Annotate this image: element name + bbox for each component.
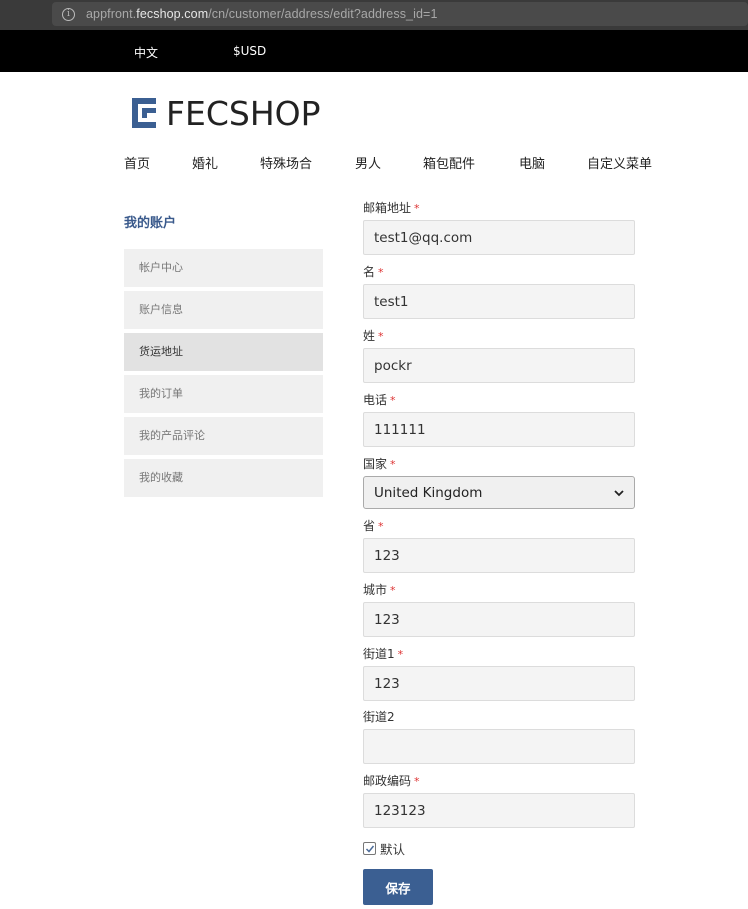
first-name-label-text: 名 [363,265,376,279]
sidebar-item-my-reviews[interactable]: 我的产品评论 [124,417,323,455]
sidebar-item-shipping-address[interactable]: 货运地址 [124,333,323,371]
zip-label-text: 邮政编码 [363,774,412,788]
sidebar-item-my-favorites[interactable]: 我的收藏 [124,459,323,497]
zip-label: 邮政编码 * [363,773,635,790]
main-nav: 首页 婚礼 特殊场合 男人 箱包配件 电脑 自定义菜单 [0,153,748,173]
zip-field[interactable] [363,793,635,828]
street2-field[interactable] [363,729,635,764]
url-text: appfront.fecshop.com/cn/customer/address… [86,7,438,21]
email-label-text: 邮箱地址 [363,201,412,215]
address-bar[interactable]: i appfront.fecshop.com/cn/customer/addre… [52,2,748,26]
account-title: 我的账户 [124,216,177,231]
required-mark: * [414,775,420,788]
required-mark: * [378,266,384,279]
top-bar: 中文 $USD [0,30,748,72]
city-field[interactable] [363,602,635,637]
city-field-group: 城市 * [363,582,635,637]
country-label: 国家 * [363,456,635,473]
sidebar-item-account-info[interactable]: 账户信息 [124,291,323,329]
required-mark: * [390,458,396,471]
email-label: 邮箱地址 * [363,200,635,217]
checkmark-icon [365,845,374,853]
phone-label: 电话 * [363,392,635,409]
default-checkbox[interactable] [363,842,376,855]
nav-item-computers[interactable]: 电脑 [519,153,545,172]
street2-field-group: 街道2 [363,709,635,764]
state-label-text: 省 [363,519,376,533]
street1-field[interactable] [363,666,635,701]
phone-field-group: 电话 * [363,392,635,447]
url-path: /cn/customer/address/edit?address_id=1 [208,7,438,21]
nav-item-special-occasion[interactable]: 特殊场合 [260,153,312,172]
email-field-group: 邮箱地址 * [363,200,635,255]
required-mark: * [414,202,420,215]
sidebar-item-account-center[interactable]: 帐户中心 [124,249,323,287]
default-address-row: 默认 [363,839,405,858]
last-name-label: 姓 * [363,328,635,345]
account-sidebar: 帐户中心 账户信息 货运地址 我的订单 我的产品评论 我的收藏 [124,249,323,501]
required-mark: * [397,648,404,661]
required-mark: * [390,584,396,597]
country-select[interactable]: United Kingdom [363,476,635,509]
url-host: fecshop.com [136,7,209,21]
required-mark: * [378,330,384,343]
first-name-field[interactable] [363,284,635,319]
last-name-label-text: 姓 [363,329,376,343]
street2-label-text: 街道2 [363,710,395,724]
logo-text: FECSHOP [166,93,321,133]
state-field-group: 省 * [363,518,635,573]
last-name-field-group: 姓 * [363,328,635,383]
logo-mark-icon [132,98,156,128]
nav-item-custom-menu[interactable]: 自定义菜单 [587,153,652,172]
info-icon[interactable]: i [62,7,75,21]
first-name-field-group: 名 * [363,264,635,319]
country-label-text: 国家 [363,457,388,471]
city-label: 城市 * [363,582,635,599]
required-mark: * [390,394,396,407]
street1-field-group: 街道1 * [363,646,635,701]
save-button[interactable]: 保存 [363,869,433,905]
nav-item-men[interactable]: 男人 [355,153,381,172]
country-field-group: 国家 * United Kingdom [363,456,635,509]
chevron-down-icon [614,489,624,496]
last-name-field[interactable] [363,348,635,383]
first-name-label: 名 * [363,264,635,281]
state-field[interactable] [363,538,635,573]
currency-switcher[interactable]: $USD [233,44,266,58]
default-label: 默认 [380,842,406,857]
state-label: 省 * [363,518,635,535]
nav-item-home[interactable]: 首页 [124,153,150,172]
sidebar-item-my-orders[interactable]: 我的订单 [124,375,323,413]
email-field[interactable] [363,220,635,255]
street1-label: 街道1 * [363,646,635,663]
nav-item-wedding[interactable]: 婚礼 [192,153,218,172]
street2-label: 街道2 [363,709,635,726]
site-logo[interactable]: FECSHOP [130,93,321,133]
url-prefix: appfront. [86,7,137,21]
phone-field[interactable] [363,412,635,447]
nav-item-bags[interactable]: 箱包配件 [423,153,475,172]
zip-field-group: 邮政编码 * [363,773,635,828]
street1-label-text: 街道1 [363,647,395,661]
required-mark: * [378,520,384,533]
browser-chrome: i appfront.fecshop.com/cn/customer/addre… [0,0,748,30]
phone-label-text: 电话 [363,393,388,407]
country-select-value: United Kingdom [374,484,483,501]
city-label-text: 城市 [363,583,388,597]
language-switcher[interactable]: 中文 [134,44,158,61]
